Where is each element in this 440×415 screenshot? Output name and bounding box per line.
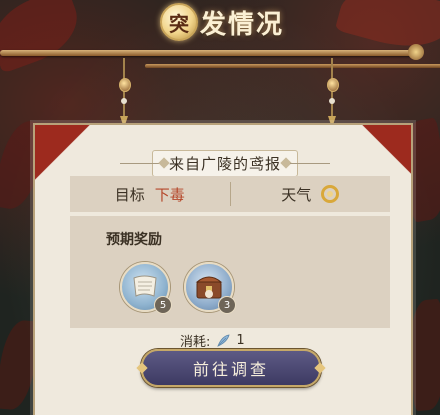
rewards-title: 预期奖励 xyxy=(106,232,162,248)
reward-count: 3 xyxy=(218,296,236,314)
sun-ring-icon[interactable] xyxy=(321,185,340,203)
weather-cell: 天气 xyxy=(231,176,391,212)
rod-cap xyxy=(408,44,424,60)
cost-value: 1 xyxy=(236,333,245,348)
reward-item-chest[interactable]: 3 xyxy=(184,262,236,314)
reward-count: 5 xyxy=(154,296,172,314)
cost-label: 消耗: xyxy=(180,335,211,350)
reward-box: 预期奖励 5 3 xyxy=(70,216,390,328)
go-investigate-button[interactable]: 前往调查 xyxy=(141,349,321,387)
banner-rod xyxy=(0,42,440,82)
target-cell: 目标 下毒 xyxy=(70,176,230,212)
rod-bar xyxy=(0,50,414,56)
info-row: 目标 下毒 天气 xyxy=(70,176,390,212)
rod-bar-lower xyxy=(145,64,440,68)
target-value: 下毒 xyxy=(154,185,185,204)
reward-item-scroll[interactable]: 5 xyxy=(120,262,172,314)
title-text: 发情况 xyxy=(200,9,285,40)
page-title: 突 发情况 xyxy=(160,2,284,42)
event-screen: 突 发情况 来自广陵的鸢报 目标 下毒 天气 预期奖励 5 3 消耗: 1 前往… xyxy=(0,0,440,415)
target-label: 目标 xyxy=(114,185,145,204)
cost-row: 消耗: 1 xyxy=(180,331,245,350)
right-pendant xyxy=(327,58,339,130)
title-seal: 突 xyxy=(160,3,198,41)
left-pendant xyxy=(119,58,131,130)
source-text: 来自广陵的鸢报 xyxy=(151,149,298,177)
feather-icon xyxy=(217,334,230,347)
weather-label: 天气 xyxy=(281,185,312,204)
event-card: 来自广陵的鸢报 目标 下毒 天气 预期奖励 5 3 消耗: 1 前往调查 xyxy=(33,123,413,415)
source-banner: 来自广陵的鸢报 xyxy=(120,149,330,177)
